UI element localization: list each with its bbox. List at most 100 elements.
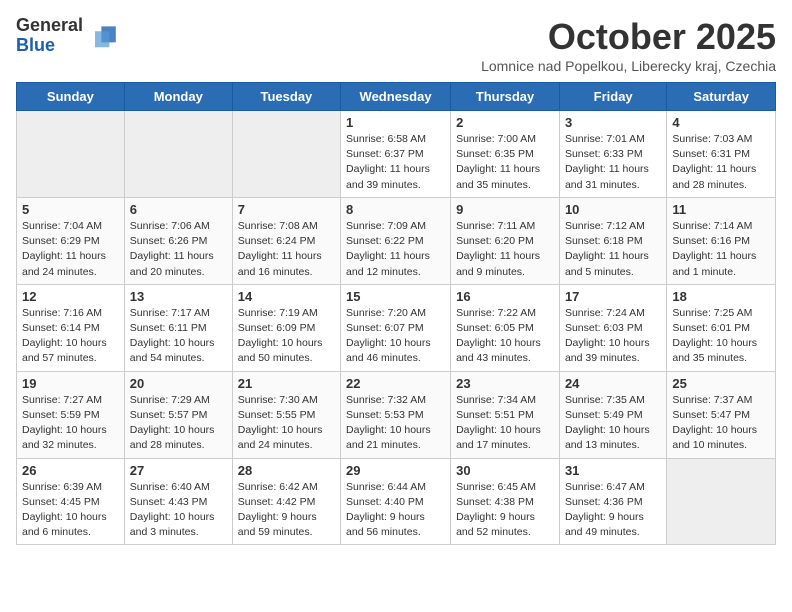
table-row: 6Sunrise: 7:06 AM Sunset: 6:26 PM Daylig… xyxy=(124,197,232,284)
table-row: 25 Sunrise: 7:37 AM Sunset: 5:47 PM Dayli… xyxy=(667,371,776,458)
day-number: 22 xyxy=(346,376,445,391)
day-number: 18 xyxy=(672,289,770,304)
day-info: Sunrise: 7:32 AM Sunset: 5:53 PM Dayligh… xyxy=(346,393,445,454)
calendar-week-row: 5Sunrise: 7:04 AM Sunset: 6:29 PM Daylig… xyxy=(17,197,776,284)
table-row xyxy=(667,458,776,545)
day-info: Sunrise: 7:25 AM Sunset: 6:01 PM Dayligh… xyxy=(672,306,770,367)
day-number: 4 xyxy=(672,115,770,130)
calendar-header-row: SundayMondayTuesdayWednesdayThursdayFrid… xyxy=(17,83,776,111)
day-number: 11 xyxy=(672,202,770,217)
day-number: 26 xyxy=(22,463,119,478)
day-of-week-header: Monday xyxy=(124,83,232,111)
day-number: 3 xyxy=(565,115,661,130)
day-info: Sunrise: 6:47 AM Sunset: 4:36 PM Dayligh… xyxy=(565,480,661,541)
day-info: Sunrise: 7:20 AM Sunset: 6:07 PM Dayligh… xyxy=(346,306,445,367)
table-row: 8 Sunrise: 7:09 AM Sunset: 6:22 PM Daylig… xyxy=(341,197,451,284)
day-number: 31 xyxy=(565,463,661,478)
table-row: 10 Sunrise: 7:12 AM Sunset: 6:18 PM Dayli… xyxy=(559,197,666,284)
day-number: 19 xyxy=(22,376,119,391)
day-number: 29 xyxy=(346,463,445,478)
day-info: Sunrise: 7:29 AM Sunset: 5:57 PM Dayligh… xyxy=(130,393,227,454)
day-number: 13 xyxy=(130,289,227,304)
calendar-table: SundayMondayTuesdayWednesdayThursdayFrid… xyxy=(16,82,776,545)
day-info: Sunrise: 7:09 AM Sunset: 6:22 PM Dayligh… xyxy=(346,219,445,280)
day-number: 2 xyxy=(456,115,554,130)
day-info: Sunrise: 7:12 AM Sunset: 6:18 PM Dayligh… xyxy=(565,219,661,280)
day-info: Sunrise: 7:27 AM Sunset: 5:59 PM Dayligh… xyxy=(22,393,119,454)
day-info: Sunrise: 7:22 AM Sunset: 6:05 PM Dayligh… xyxy=(456,306,554,367)
table-row: 14Sunrise: 7:19 AM Sunset: 6:09 PM Dayli… xyxy=(232,284,340,371)
table-row: 28 Sunrise: 6:42 AM Sunset: 4:42 PM Dayli… xyxy=(232,458,340,545)
logo: General Blue xyxy=(16,16,119,56)
day-info: Sunrise: 7:11 AM Sunset: 6:20 PM Dayligh… xyxy=(456,219,554,280)
day-number: 23 xyxy=(456,376,554,391)
day-info: Sunrise: 7:19 AM Sunset: 6:09 PM Dayligh… xyxy=(238,306,335,367)
table-row: 3Sunrise: 7:01 AM Sunset: 6:33 PM Daylig… xyxy=(559,111,666,198)
table-row: 18 Sunrise: 7:25 AM Sunset: 6:01 PM Dayli… xyxy=(667,284,776,371)
day-info: Sunrise: 7:16 AM Sunset: 6:14 PM Dayligh… xyxy=(22,306,119,367)
day-of-week-header: Saturday xyxy=(667,83,776,111)
table-row: 12 Sunrise: 7:16 AM Sunset: 6:14 PM Dayli… xyxy=(17,284,125,371)
day-number: 27 xyxy=(130,463,227,478)
table-row: 21 Sunrise: 7:30 AM Sunset: 5:55 PM Dayli… xyxy=(232,371,340,458)
day-number: 30 xyxy=(456,463,554,478)
day-info: Sunrise: 6:45 AM Sunset: 4:38 PM Dayligh… xyxy=(456,480,554,541)
day-info: Sunrise: 7:30 AM Sunset: 5:55 PM Dayligh… xyxy=(238,393,335,454)
table-row: 22 Sunrise: 7:32 AM Sunset: 5:53 PM Dayli… xyxy=(341,371,451,458)
day-info: Sunrise: 6:58 AM Sunset: 6:37 PM Dayligh… xyxy=(346,132,445,193)
day-number: 24 xyxy=(565,376,661,391)
day-info: Sunrise: 7:00 AM Sunset: 6:35 PM Dayligh… xyxy=(456,132,554,193)
day-number: 25 xyxy=(672,376,770,391)
logo-icon xyxy=(87,20,119,52)
day-info: Sunrise: 7:24 AM Sunset: 6:03 PM Dayligh… xyxy=(565,306,661,367)
day-number: 21 xyxy=(238,376,335,391)
day-info: Sunrise: 6:44 AM Sunset: 4:40 PM Dayligh… xyxy=(346,480,445,541)
logo-blue-text: Blue xyxy=(16,36,83,56)
month-title: October 2025 xyxy=(481,16,776,58)
day-of-week-header: Sunday xyxy=(17,83,125,111)
day-number: 28 xyxy=(238,463,335,478)
table-row: 26Sunrise: 6:39 AM Sunset: 4:45 PM Dayli… xyxy=(17,458,125,545)
table-row: 15Sunrise: 7:20 AM Sunset: 6:07 PM Dayli… xyxy=(341,284,451,371)
day-info: Sunrise: 6:42 AM Sunset: 4:42 PM Dayligh… xyxy=(238,480,335,541)
day-number: 10 xyxy=(565,202,661,217)
table-row xyxy=(17,111,125,198)
day-info: Sunrise: 6:40 AM Sunset: 4:43 PM Dayligh… xyxy=(130,480,227,541)
table-row xyxy=(232,111,340,198)
table-row: 27 Sunrise: 6:40 AM Sunset: 4:43 PM Dayli… xyxy=(124,458,232,545)
calendar-week-row: 1 Sunrise: 6:58 AM Sunset: 6:37 PM Daylig… xyxy=(17,111,776,198)
day-info: Sunrise: 7:17 AM Sunset: 6:11 PM Dayligh… xyxy=(130,306,227,367)
day-info: Sunrise: 7:08 AM Sunset: 6:24 PM Dayligh… xyxy=(238,219,335,280)
day-number: 20 xyxy=(130,376,227,391)
table-row: 9 Sunrise: 7:11 AM Sunset: 6:20 PM Daylig… xyxy=(451,197,560,284)
calendar-week-row: 12 Sunrise: 7:16 AM Sunset: 6:14 PM Dayli… xyxy=(17,284,776,371)
day-info: Sunrise: 7:37 AM Sunset: 5:47 PM Dayligh… xyxy=(672,393,770,454)
day-number: 9 xyxy=(456,202,554,217)
table-row: 19 Sunrise: 7:27 AM Sunset: 5:59 PM Dayli… xyxy=(17,371,125,458)
calendar-week-row: 19 Sunrise: 7:27 AM Sunset: 5:59 PM Dayli… xyxy=(17,371,776,458)
calendar-week-row: 26Sunrise: 6:39 AM Sunset: 4:45 PM Dayli… xyxy=(17,458,776,545)
table-row: 16Sunrise: 7:22 AM Sunset: 6:05 PM Dayli… xyxy=(451,284,560,371)
day-of-week-header: Wednesday xyxy=(341,83,451,111)
table-row: 1 Sunrise: 6:58 AM Sunset: 6:37 PM Daylig… xyxy=(341,111,451,198)
day-number: 7 xyxy=(238,202,335,217)
location-subtitle: Lomnice nad Popelkou, Liberecky kraj, Cz… xyxy=(481,58,776,74)
day-info: Sunrise: 7:06 AM Sunset: 6:26 PM Dayligh… xyxy=(130,219,227,280)
day-info: Sunrise: 7:03 AM Sunset: 6:31 PM Dayligh… xyxy=(672,132,770,193)
table-row: 13 Sunrise: 7:17 AM Sunset: 6:11 PM Dayli… xyxy=(124,284,232,371)
day-number: 12 xyxy=(22,289,119,304)
day-info: Sunrise: 7:35 AM Sunset: 5:49 PM Dayligh… xyxy=(565,393,661,454)
table-row xyxy=(124,111,232,198)
day-number: 1 xyxy=(346,115,445,130)
day-info: Sunrise: 7:04 AM Sunset: 6:29 PM Dayligh… xyxy=(22,219,119,280)
table-row: 31 Sunrise: 6:47 AM Sunset: 4:36 PM Dayli… xyxy=(559,458,666,545)
day-number: 8 xyxy=(346,202,445,217)
table-row: 11 Sunrise: 7:14 AM Sunset: 6:16 PM Dayli… xyxy=(667,197,776,284)
table-row: 20 Sunrise: 7:29 AM Sunset: 5:57 PM Dayli… xyxy=(124,371,232,458)
table-row: 24 Sunrise: 7:35 AM Sunset: 5:49 PM Dayli… xyxy=(559,371,666,458)
title-block: October 2025 Lomnice nad Popelkou, Liber… xyxy=(481,16,776,74)
table-row: 4 Sunrise: 7:03 AM Sunset: 6:31 PM Daylig… xyxy=(667,111,776,198)
day-info: Sunrise: 7:14 AM Sunset: 6:16 PM Dayligh… xyxy=(672,219,770,280)
table-row: 7 Sunrise: 7:08 AM Sunset: 6:24 PM Daylig… xyxy=(232,197,340,284)
table-row: 2 Sunrise: 7:00 AM Sunset: 6:35 PM Daylig… xyxy=(451,111,560,198)
